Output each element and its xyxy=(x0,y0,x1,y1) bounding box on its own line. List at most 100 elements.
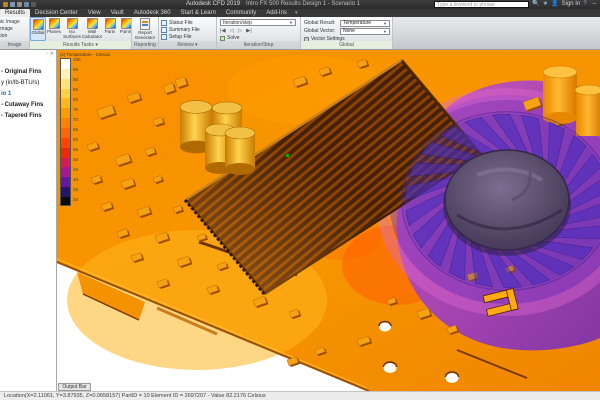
ribbon-tab-start-learn[interactable]: Start & Learn xyxy=(176,9,221,17)
status-bar: Location(X=2.11061, Y=3.87935, Z=0.06581… xyxy=(0,391,600,400)
ribbon-tab-autodesk-360[interactable]: Autodesk 360 xyxy=(129,9,176,17)
report-generator-button[interactable]: Report Generator xyxy=(132,17,158,41)
blower-fan xyxy=(402,112,600,291)
panel-label-review[interactable]: Review ▾ xyxy=(159,41,216,49)
review-item-label: Summary File xyxy=(169,27,200,33)
ribbon-tab-add-ins[interactable]: Add-Ins xyxy=(261,9,292,17)
task-button-label: Parts xyxy=(105,30,116,35)
ribbon-tab-vault[interactable]: Vault xyxy=(106,9,129,17)
new-file-icon[interactable] xyxy=(3,2,8,7)
result-cube-icon xyxy=(121,18,132,29)
ribbon-panel-review: Status FileSummary FileSetup File Review… xyxy=(159,17,217,49)
global-vector-dropdown[interactable]: None ▼ xyxy=(340,28,390,35)
sign-in-label[interactable]: Sign In xyxy=(562,0,581,9)
ribbon-item-static-image[interactable]: Static Image xyxy=(0,26,30,33)
ribbon-panel-results-tasks: GlobalPlanesIso SurfacesWall CalculatorP… xyxy=(30,17,132,49)
review-item-label: Status File xyxy=(169,20,193,26)
playback-last-icon[interactable]: ▶| xyxy=(246,28,252,34)
redo-icon[interactable] xyxy=(31,2,36,7)
ribbon-panel-global: Global Result: Temperature ▼ Global Vect… xyxy=(301,17,393,49)
task-button-iso-surfaces[interactable]: Iso Surfaces xyxy=(62,17,82,41)
result-cube-icon xyxy=(87,18,98,29)
file-icon xyxy=(161,20,167,26)
legend-title: (s) Temperature - Celsius xyxy=(60,52,104,57)
fan-hub-dome xyxy=(445,150,569,250)
ribbon-tab-community[interactable]: Community xyxy=(221,9,261,17)
task-button-label: Global xyxy=(31,31,44,36)
ribbon-tab-decision-center[interactable]: Decision Center xyxy=(30,9,83,17)
design-study-bar: ▫ ✕ - Original Finsy (in/lb-BTU/s)io 1- … xyxy=(0,50,57,391)
pin-icon[interactable]: ▫ xyxy=(46,51,48,58)
ribbon-tab-view[interactable]: View xyxy=(83,9,106,17)
help-icon[interactable]: ? xyxy=(583,0,586,9)
global-result-dropdown[interactable]: Temperature ▼ xyxy=(340,20,390,27)
task-button-wall-calculator[interactable]: Wall Calculator xyxy=(82,17,102,41)
user-icon[interactable]: 👤 xyxy=(551,0,558,9)
task-button-label: Iso Surfaces xyxy=(62,30,82,40)
result-cube-icon xyxy=(33,19,44,30)
iteration-step-value: Iteration/step xyxy=(223,20,252,26)
task-button-parts[interactable]: Parts xyxy=(102,17,118,41)
save-icon[interactable] xyxy=(17,2,22,7)
minimize-button[interactable]: – xyxy=(593,0,596,9)
ribbon-item-animation[interactable]: Animation xyxy=(0,33,30,40)
playback-prev-icon[interactable]: ◁ xyxy=(230,28,234,34)
review-item-summary-file[interactable]: Summary File xyxy=(161,26,216,33)
global-result-label: Global Result: xyxy=(304,20,338,26)
undo-icon[interactable] xyxy=(24,2,29,7)
thermal-scene[interactable] xyxy=(57,50,600,391)
ribbon-tabs: ResultsDecision CenterViewVaultAutodesk … xyxy=(0,9,292,17)
task-button-global[interactable]: Global xyxy=(30,17,46,41)
quick-access-toolbar[interactable] xyxy=(3,2,36,7)
title-bar: Autodesk CFD 2019 Intro FX 500 Results D… xyxy=(0,0,600,9)
document-title: Intro FX 500 Results Design 1 - Scenario… xyxy=(246,0,360,9)
result-cube-icon xyxy=(105,18,116,29)
playback-next-icon[interactable]: ▷ xyxy=(238,28,242,34)
panel-label-results-tasks[interactable]: Results Tasks ▾ xyxy=(30,41,131,49)
ribbon-tab-bar: ResultsDecision CenterViewVaultAutodesk … xyxy=(0,9,600,17)
ribbon-panel-image: Dynamic ImageStatic ImageAnimation Image xyxy=(0,17,30,49)
design-tree-item[interactable]: io 1 xyxy=(0,90,56,98)
design-tree-item[interactable]: - Original Fins xyxy=(0,68,56,76)
ribbon-options-caret-icon[interactable]: ▾ xyxy=(292,9,301,17)
task-button-points[interactable]: Points xyxy=(118,17,132,41)
design-tree-item[interactable]: - Cutaway Fins xyxy=(0,101,56,109)
close-icon[interactable]: ✕ xyxy=(50,51,54,58)
chevron-down-icon: ▼ xyxy=(383,29,387,34)
report-generator-label: Report Generator xyxy=(132,31,158,41)
design-tree-item[interactable]: y (in/lb-BTU/s) xyxy=(0,79,56,87)
review-item-status-file[interactable]: Status File xyxy=(161,19,216,26)
open-file-icon[interactable] xyxy=(10,2,15,7)
viewport-3d[interactable] xyxy=(57,50,600,391)
design-tree-item[interactable]: - Tapered Fins xyxy=(0,112,56,120)
task-button-label: Points xyxy=(120,30,132,35)
iteration-step-dropdown[interactable]: Iteration/step ▼ xyxy=(220,19,296,26)
report-generator-icon xyxy=(140,18,150,30)
task-button-planes[interactable]: Planes xyxy=(46,17,62,41)
playback-first-icon[interactable]: |◀ xyxy=(220,28,226,34)
panel-label-global: Global xyxy=(301,41,392,49)
review-item-setup-file[interactable]: Setup File xyxy=(161,33,216,40)
probe-point-marker xyxy=(286,154,289,157)
panel-label-reporting: Reporting xyxy=(132,41,158,49)
task-button-label: Planes xyxy=(47,30,61,35)
global-result-value: Temperature xyxy=(343,20,371,26)
ribbon-panel-iteration-step: Iteration/step ▼ |◀◁▷▶| Solve Iteration/… xyxy=(217,17,301,49)
search-input[interactable] xyxy=(434,1,529,8)
search-icon[interactable]: 🔍 xyxy=(532,0,539,9)
star-icon[interactable]: ★ xyxy=(543,0,548,9)
ribbon-item-dynamic-image[interactable]: Dynamic Image xyxy=(0,19,30,26)
ribbon-tab-results[interactable]: Results xyxy=(0,9,30,17)
app-title: Autodesk CFD 2019 xyxy=(186,0,240,9)
chevron-down-icon: ▼ xyxy=(383,21,387,26)
iteration-playback-controls: |◀ ◁ ▷ ▶| xyxy=(220,28,297,34)
legend-color-bar xyxy=(60,58,71,206)
ribbon-empty-area xyxy=(393,17,600,49)
review-item-label: Setup File xyxy=(169,34,192,40)
global-vector-value: None xyxy=(343,28,355,34)
ribbon: Dynamic ImageStatic ImageAnimation Image… xyxy=(0,17,600,50)
task-button-label: Wall Calculator xyxy=(82,30,102,40)
output-bar-tab[interactable]: Output Bar xyxy=(58,383,91,391)
design-tree: - Original Fins y (in/lb-BTU/s) io 1 - Cuta… xyxy=(0,58,56,120)
panel-label-image: Image xyxy=(0,41,29,49)
